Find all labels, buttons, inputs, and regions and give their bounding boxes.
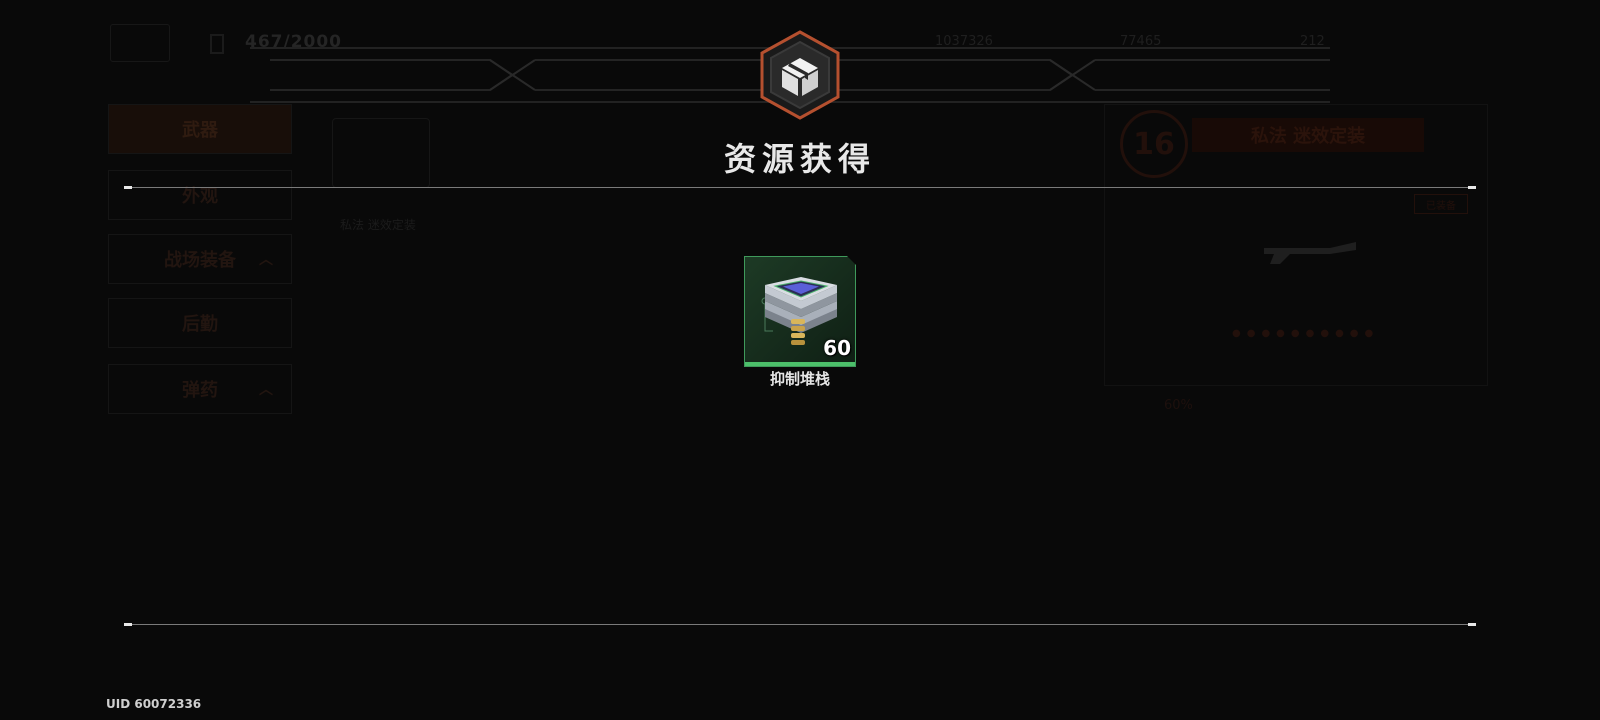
item-name: 抑制堆栈 (769, 370, 830, 388)
item-quantity: 60 (823, 336, 851, 360)
modal-divider-top (124, 186, 1476, 189)
resource-box-icon (760, 30, 840, 120)
modal-divider-bottom (124, 623, 1476, 626)
rarity-bar (745, 362, 855, 366)
user-id: UID 60072336 (106, 697, 202, 711)
reward-item-card[interactable]: 60 (744, 256, 856, 367)
modal-title: 资源获得 (723, 140, 876, 178)
